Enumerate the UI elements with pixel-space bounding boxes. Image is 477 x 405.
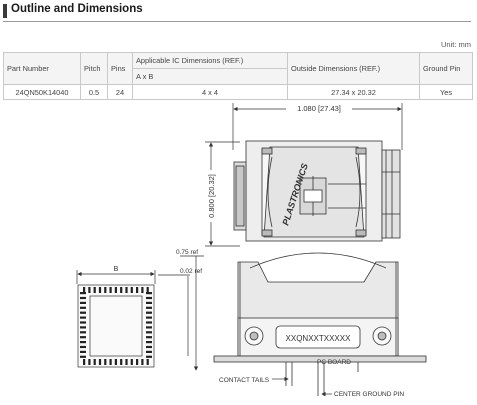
ic-pin — [146, 306, 152, 309]
header-ic-sub: A x B — [132, 68, 288, 85]
ic-pin — [80, 296, 86, 300]
ic-footprint — [76, 270, 156, 368]
contact-tails-label: CONTACT TAILS — [219, 377, 270, 384]
ic-pin — [136, 359, 139, 365]
ic-pin — [109, 359, 112, 365]
header-ic-dimensions: Applicable IC Dimensions (REF.) — [132, 52, 288, 69]
ic-pin — [88, 359, 91, 365]
ic-pin — [146, 359, 149, 365]
header-part-number: Part Number — [3, 52, 81, 85]
ic-pin — [80, 316, 86, 319]
ic-pin — [146, 345, 152, 349]
ic-pin — [80, 341, 86, 344]
ic-pin — [83, 359, 86, 365]
ic-pin — [80, 321, 86, 324]
ic-pin — [146, 296, 152, 300]
ic-pin — [146, 321, 152, 324]
socket-top-view — [233, 140, 401, 242]
section-title: Outline and Dimensions — [11, 3, 143, 15]
ic-pin — [104, 359, 107, 365]
ic-pin — [93, 359, 96, 365]
ic-pin — [146, 350, 152, 353]
ic-pin — [141, 359, 144, 365]
ic-pin — [120, 287, 123, 293]
dim-002-label: 0.02 ref — [180, 268, 202, 275]
ic-pin — [98, 359, 102, 365]
header-ground-pin: Ground Pin — [419, 52, 473, 85]
ic-pin — [146, 326, 152, 329]
dim-075-label: 0.75 ref — [176, 249, 198, 256]
ic-pin — [146, 316, 152, 319]
center-ground-pin-label: CENTER GROUND PIN — [334, 391, 404, 398]
ic-pin — [125, 359, 128, 365]
height-dimension-label: 0.800 [20.32] — [207, 174, 216, 218]
section-divider — [3, 21, 471, 22]
header-pitch: Pitch — [80, 52, 108, 85]
ic-pin — [146, 355, 152, 358]
ic-pin — [146, 311, 152, 314]
ic-pin — [146, 331, 152, 334]
ic-pin — [146, 292, 152, 295]
ic-pin — [114, 359, 117, 365]
ic-pin — [80, 306, 86, 309]
ic-pin — [80, 301, 86, 304]
ic-pin — [146, 301, 152, 304]
dim-B-label: B — [114, 266, 119, 273]
ic-pin — [125, 287, 128, 293]
ic-pin — [80, 292, 86, 295]
ic-pin — [80, 345, 86, 349]
ic-pin — [130, 287, 133, 293]
ic-pin — [109, 287, 112, 293]
ic-pin — [80, 326, 86, 329]
ic-pin — [114, 287, 117, 293]
ic-pin — [80, 311, 86, 314]
ic-pin — [88, 287, 91, 293]
ic-pin — [93, 287, 96, 293]
ic-pin — [80, 336, 86, 339]
table-header-row: Part Number Pitch Pins Applicable IC Dim… — [3, 52, 473, 85]
section-accent-bar — [3, 4, 7, 18]
spec-table: Part Number Pitch Pins Applicable IC Dim… — [3, 52, 473, 100]
ic-pin — [146, 341, 152, 344]
header-outside-dimensions: Outside Dimensions (REF.) — [287, 52, 420, 85]
header-pins: Pins — [107, 52, 133, 85]
width-dimension-label: 1.080 [27.43] — [297, 104, 341, 113]
ic-pin — [120, 359, 123, 365]
ic-pin — [130, 359, 133, 365]
ic-pin — [104, 287, 107, 293]
callout-lines — [272, 376, 332, 397]
ic-pin — [80, 350, 86, 353]
part-label: XXQNXXTXXXXX — [286, 334, 352, 343]
ic-pin — [136, 287, 139, 293]
ic-pin — [98, 287, 102, 293]
socket-side-view — [213, 252, 427, 396]
ic-pin — [80, 355, 86, 358]
ic-pin — [80, 331, 86, 334]
section-header: Outline and Dimensions — [0, 0, 477, 22]
ic-pin — [146, 336, 152, 339]
ic-pin — [141, 287, 144, 293]
outline-drawing: 1.080 [27.43] 0.800 [20.32] PLASTRONICS — [76, 103, 427, 398]
pc-board-label: PC BOARD — [317, 359, 351, 366]
unit-label: Unit: mm — [441, 40, 471, 49]
